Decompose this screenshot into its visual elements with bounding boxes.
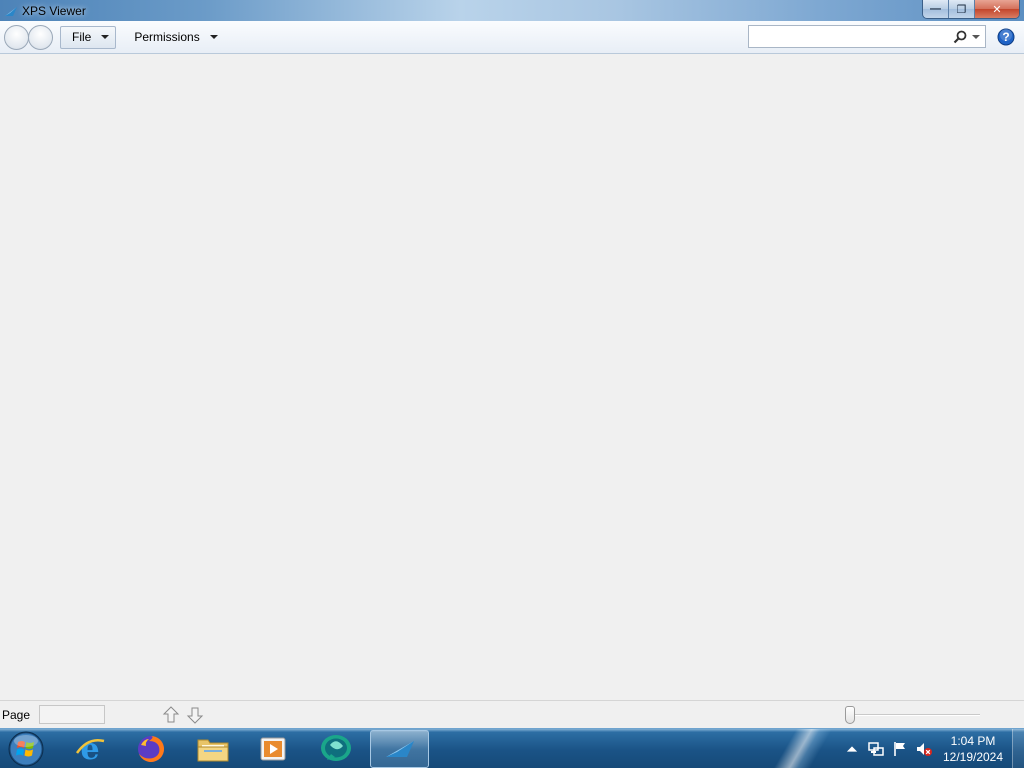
- taskbar-firefox[interactable]: [123, 730, 179, 768]
- forward-button[interactable]: [28, 24, 53, 50]
- show-hidden-icons-icon[interactable]: [843, 740, 861, 758]
- permissions-menu-label: Permissions: [134, 30, 200, 44]
- network-icon[interactable]: [867, 740, 885, 758]
- system-tray: [843, 729, 939, 768]
- taskbar-windows-explorer[interactable]: [185, 730, 241, 768]
- previous-page-icon[interactable]: [162, 705, 180, 725]
- start-button[interactable]: [6, 730, 46, 768]
- media-player-icon: [260, 737, 286, 761]
- clock-time: 1:04 PM: [950, 734, 996, 748]
- file-menu-button[interactable]: File: [60, 25, 117, 49]
- chevron-down-icon: [101, 35, 110, 39]
- chevron-down-icon: [209, 35, 218, 39]
- zoom-slider-thumb[interactable]: [845, 706, 855, 724]
- show-desktop-button[interactable]: [1012, 729, 1024, 768]
- status-bar: Page: [0, 700, 1024, 728]
- restore-button[interactable]: ❐: [949, 0, 975, 18]
- document-view[interactable]: [0, 54, 1024, 700]
- navigation-buttons: [4, 24, 53, 50]
- search-input[interactable]: [749, 26, 952, 47]
- taskbar: e 1:04 PM 12/19/2024: [0, 728, 1024, 768]
- action-center-flag-icon[interactable]: [891, 740, 909, 758]
- system-clock[interactable]: 1:04 PM 12/19/2024: [930, 733, 1016, 765]
- title-bar[interactable]: XPS Viewer — ❐ ✕: [0, 0, 1024, 21]
- next-page-icon[interactable]: [186, 705, 204, 725]
- help-icon[interactable]: ?: [997, 28, 1015, 46]
- clock-date: 12/19/2024: [942, 750, 1004, 764]
- permissions-menu-button[interactable]: Permissions: [123, 26, 223, 49]
- file-menu-label: File: [72, 30, 92, 44]
- close-button[interactable]: ✕: [975, 0, 1019, 18]
- svg-text:e: e: [80, 733, 99, 765]
- page-number-input[interactable]: [39, 705, 105, 724]
- ie-icon: e: [75, 733, 105, 765]
- window-title: XPS Viewer: [22, 3, 86, 18]
- messenger-icon: [321, 735, 351, 761]
- search-box[interactable]: [748, 25, 986, 48]
- taskbar-glare: [760, 729, 840, 768]
- back-button[interactable]: [4, 24, 29, 50]
- page-label: Page: [2, 707, 31, 722]
- svg-text:?: ?: [1002, 30, 1009, 44]
- xps-viewer-icon: [5, 6, 17, 16]
- folder-icon: [197, 739, 229, 762]
- firefox-icon: [138, 736, 164, 762]
- xps-viewer-icon: [385, 741, 414, 757]
- taskbar-messenger[interactable]: [308, 730, 364, 768]
- window-controls: — ❐ ✕: [922, 0, 1020, 19]
- toolbar: File Permissions ?: [0, 21, 1024, 54]
- taskbar-internet-explorer[interactable]: e: [62, 730, 118, 768]
- search-icon[interactable]: [952, 29, 968, 45]
- zoom-slider-track[interactable]: [848, 714, 980, 716]
- minimize-button[interactable]: —: [923, 0, 949, 18]
- taskbar-xps-viewer[interactable]: [370, 730, 429, 768]
- taskbar-media-player[interactable]: [245, 730, 301, 768]
- search-options-chevron-icon[interactable]: [972, 34, 980, 39]
